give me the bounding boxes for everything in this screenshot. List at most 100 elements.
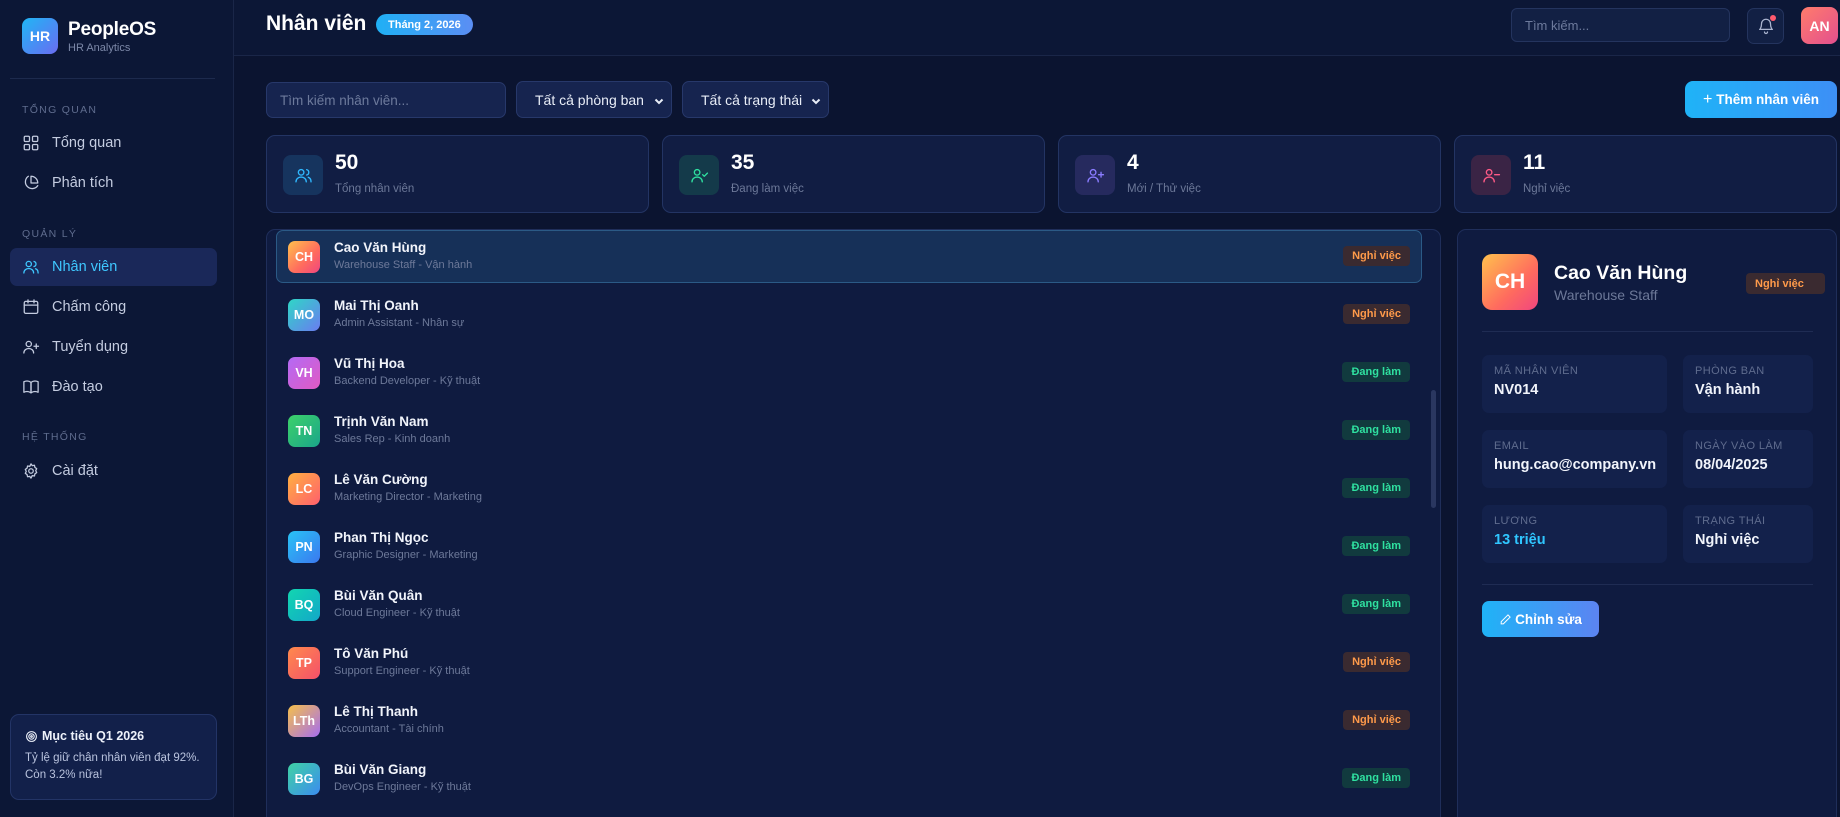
employee-role: Graphic Designer - Marketing [334,549,478,561]
sidebar-item-label: Phân tích [52,175,114,191]
employee-search-input[interactable] [266,82,506,118]
sidebar-divider [10,78,215,79]
employee-role: DevOps Engineer - Kỹ thuật [334,781,471,793]
employee-name: Bùi Văn Quân [334,588,423,603]
status-badge: Đang làm [1342,420,1410,440]
employee-row[interactable]: BG Bùi Văn Giang DevOps Engineer - Kỹ th… [276,752,1422,805]
notifications-button[interactable] [1747,8,1784,44]
brand-name: PeopleOS [68,18,157,40]
employee-name: Lê Thị Thanh [334,704,418,719]
stat-label: Tổng nhân viên [335,183,415,195]
sidebar-item-employees[interactable]: Nhân viên [10,248,217,286]
employee-row[interactable]: TP Tô Văn Phú Support Engineer - Kỹ thuậ… [276,636,1422,689]
list-scrollbar[interactable] [1431,390,1436,508]
employee-row[interactable]: MO Mai Thị Oanh Admin Assistant - Nhân s… [276,288,1422,341]
chevron-down-icon [653,94,665,106]
status-badge: Nghỉ việc [1343,304,1410,324]
sidebar-item-label: Chấm công [52,299,127,315]
sidebar-item-label: Đào tạo [52,379,103,395]
brand-subtitle: HR Analytics [68,41,131,54]
employee-row[interactable]: CH Cao Văn Hùng Warehouse Staff - Vận hà… [276,230,1422,283]
gear-icon [22,462,40,480]
employee-name: Tô Văn Phú [334,646,409,661]
employee-name: Trịnh Văn Nam [334,414,429,429]
top-bar: Nhân viên Tháng 2, 2026 AN [234,0,1840,56]
info-value: Nghỉ việc [1695,532,1760,548]
avatar: LC [288,473,320,505]
status-badge: Đang làm [1342,594,1410,614]
sidebar-item-recruitment[interactable]: Tuyển dụng [10,328,217,366]
user-plus-icon [22,338,40,356]
status-badge: Nghỉ việc [1343,652,1410,672]
employee-role: Admin Assistant - Nhân sự [334,317,465,329]
edit-button-label: Chỉnh sửa [1515,611,1582,627]
sidebar-item-analytics[interactable]: Phân tích [10,164,217,202]
info-salary: LƯƠNG 13 triệu [1482,505,1667,563]
info-department: PHÒNG BAN Vận hành [1683,355,1813,413]
employee-role: Marketing Director - Marketing [334,491,482,503]
nav-section-system: HỆ THỐNG [22,431,88,443]
employee-role: Sales Rep - Kinh doanh [334,433,451,445]
employee-row[interactable]: VH Vũ Thị Hoa Backend Developer - Kỹ thu… [276,346,1422,399]
employee-role: Accountant - Tài chính [334,723,444,735]
department-select[interactable]: Tất cả phòng ban [516,81,672,118]
avatar: LTh [288,705,320,737]
employee-name: Vũ Thị Hoa [334,356,405,371]
employee-row[interactable]: LC Lê Văn Cường Marketing Director - Mar… [276,462,1422,515]
detail-name: Cao Văn Hùng [1554,262,1688,284]
employee-row[interactable]: LTh Lê Thị Thanh Accountant - Tài chính … [276,694,1422,747]
user-minus-icon [1471,155,1511,195]
avatar: PN [288,531,320,563]
stat-value: 4 [1127,151,1139,174]
avatar: MO [288,299,320,331]
chevron-down-icon [810,94,822,106]
status-badge: Nghỉ việc [1746,273,1825,294]
sidebar-item-attendance[interactable]: Chấm công [10,288,217,326]
calendar-icon [22,298,40,316]
stat-value: 35 [731,151,755,174]
goal-title: Mục tiêu Q1 2026 [42,729,145,743]
month-badge[interactable]: Tháng 2, 2026 [376,14,473,35]
grid-icon [22,134,40,152]
brand[interactable]: HR PeopleOS HR Analytics [22,18,156,54]
global-search-input[interactable] [1511,8,1730,42]
info-value: NV014 [1494,382,1539,398]
avatar: BG [288,763,320,795]
page-title: Nhân viên [266,12,367,35]
info-label: MÃ NHÂN VIÊN [1494,365,1579,377]
notification-dot [1770,15,1776,21]
status-badge: Đang làm [1342,768,1410,788]
stat-label: Nghỉ việc [1523,183,1571,195]
user-plus-icon [1075,155,1115,195]
pencil-icon [1500,613,1511,624]
edit-button[interactable]: Chỉnh sửa [1482,601,1599,637]
employee-name: Lê Văn Cường [334,472,428,487]
goal-text: Tỷ lệ giữ chân nhân viên đạt 92%. Còn 3.… [25,752,200,781]
status-badge: Đang làm [1342,362,1410,382]
info-label: NGÀY VÀO LÀM [1695,440,1783,452]
info-email: EMAIL hung.cao@company.vn [1482,430,1667,488]
status-select[interactable]: Tất cả trạng thái [682,81,829,118]
status-badge: Nghỉ việc [1343,710,1410,730]
sidebar-item-training[interactable]: Đào tạo [10,368,217,406]
stat-value: 11 [1523,151,1546,174]
employee-row[interactable]: PN Phan Thị Ngọc Graphic Designer - Mark… [276,520,1422,573]
brand-logo: HR [22,18,58,54]
user-avatar[interactable]: AN [1801,7,1838,44]
users-icon [22,258,40,276]
stat-card-active: 35 Đang làm việc [662,135,1045,213]
sidebar-item-label: Nhân viên [52,259,118,275]
pie-chart-icon [22,174,40,192]
stat-label: Mới / Thử việc [1127,183,1201,195]
employee-name: Phan Thị Ngọc [334,530,429,545]
stat-label: Đang làm việc [731,183,804,195]
sidebar-item-overview[interactable]: Tổng quan [10,124,217,162]
add-employee-button[interactable]: + Thêm nhân viên [1685,81,1837,118]
status-badge: Đang làm [1342,478,1410,498]
employee-row[interactable]: BQ Bùi Văn Quân Cloud Engineer - Kỹ thuậ… [276,578,1422,631]
employee-row[interactable]: TN Trịnh Văn Nam Sales Rep - Kinh doanh … [276,404,1422,457]
avatar: VH [288,357,320,389]
sidebar-item-settings[interactable]: Cài đặt [10,452,217,490]
info-label: EMAIL [1494,440,1530,452]
sidebar-item-label: Tổng quan [52,135,122,151]
